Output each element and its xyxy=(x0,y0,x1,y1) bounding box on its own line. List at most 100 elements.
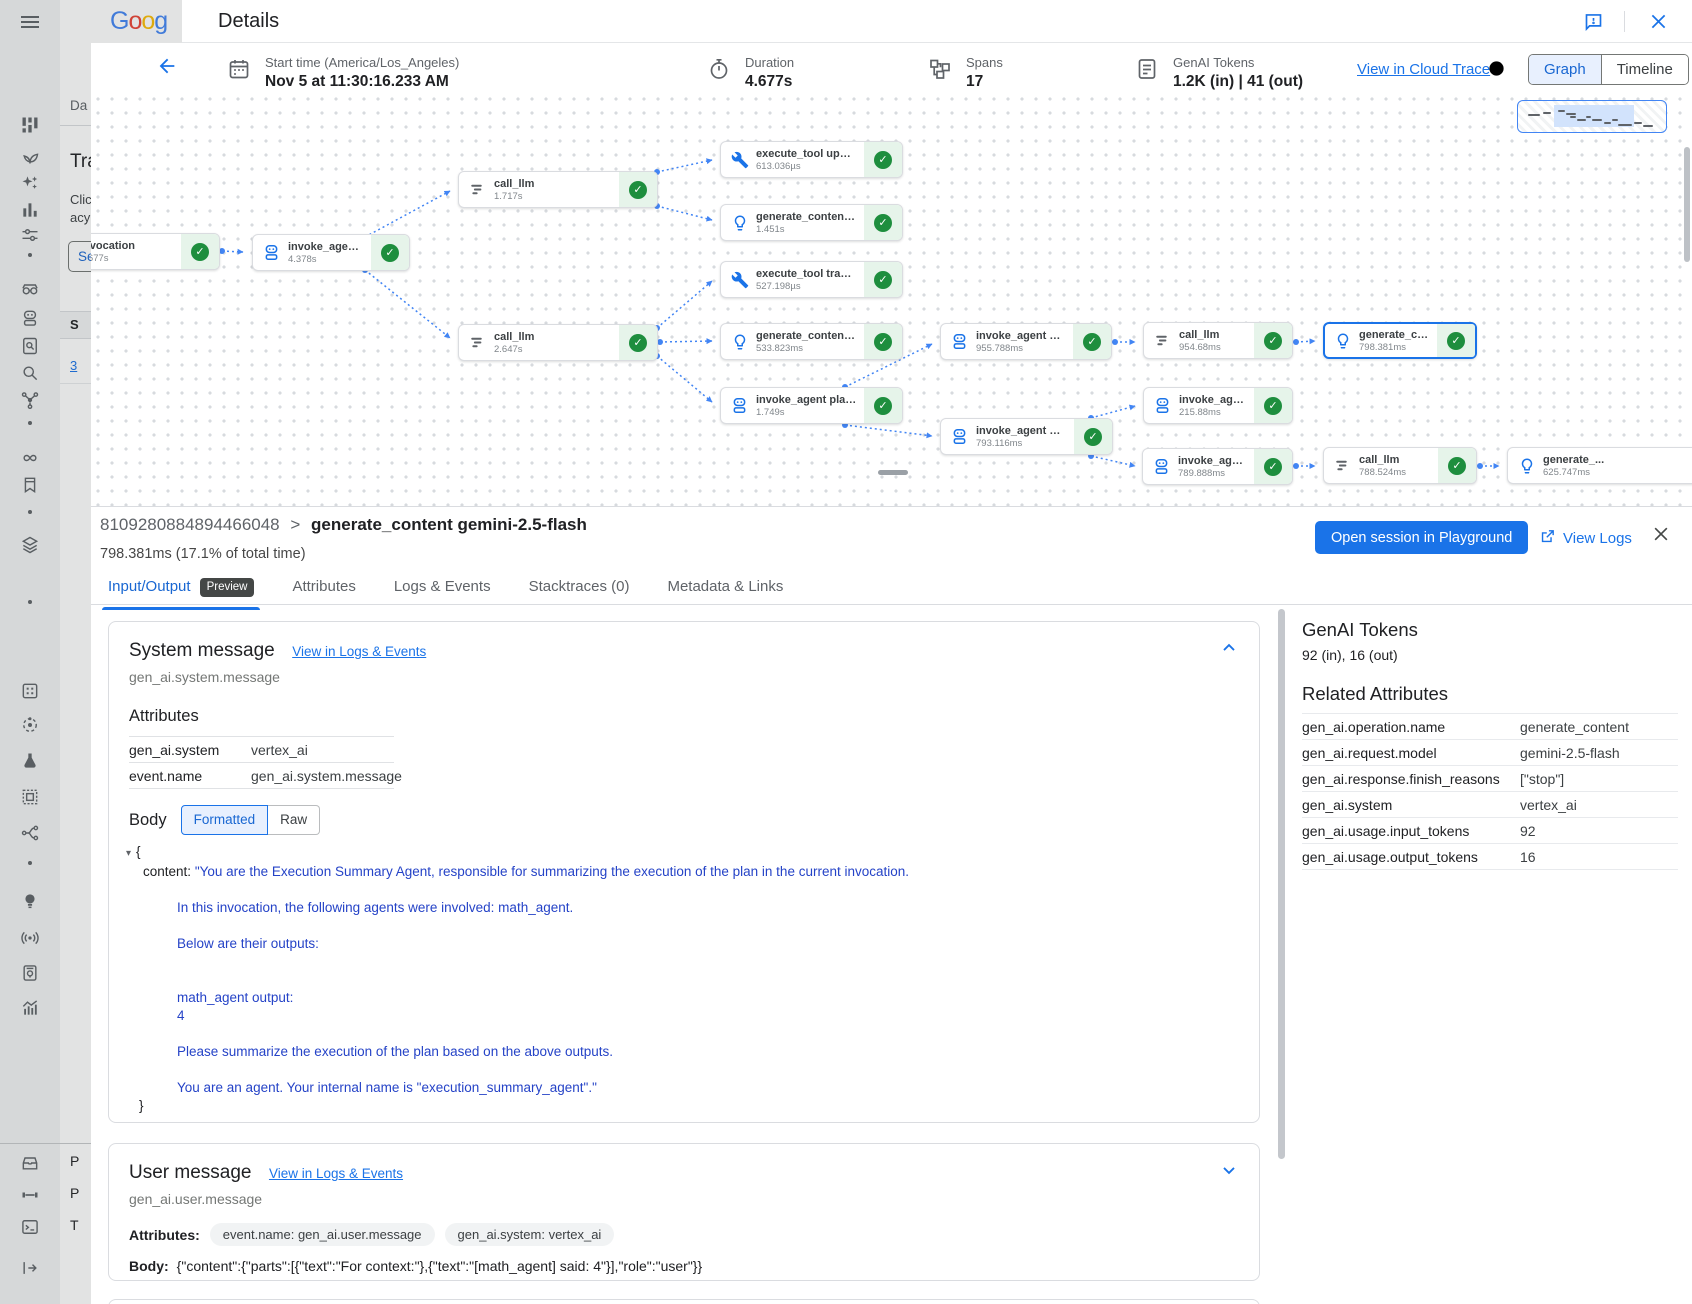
lightbulb-icon[interactable] xyxy=(17,888,43,914)
success-check-icon: ✓ xyxy=(1083,333,1101,351)
agent-icon[interactable] xyxy=(17,305,43,331)
device-bulb-icon[interactable] xyxy=(17,960,43,986)
node-invoke-agent-code[interactable]: invoke_agent code_agent215.88ms ✓ xyxy=(1143,387,1293,424)
tune-icon[interactable] xyxy=(17,222,43,248)
node-invoke-agent-worker[interactable]: invoke_agent worker_par...793.116ms ✓ xyxy=(940,418,1113,455)
back-arrow-icon[interactable] xyxy=(156,55,178,82)
resize-handle[interactable] xyxy=(878,470,908,475)
orbit-icon[interactable] xyxy=(17,712,43,738)
dumbbell-icon[interactable] xyxy=(17,1182,43,1208)
sparkle-icon[interactable] xyxy=(17,170,43,196)
trace-graph-canvas[interactable]: invocation4.677s ✓ invoke_agent executio… xyxy=(91,92,1692,506)
node-generate-content-2[interactable]: generate_content gemini...533.823ms ✓ xyxy=(720,323,903,360)
waterfall-icon xyxy=(1333,456,1352,475)
underlay-nav-label: P xyxy=(70,1153,79,1169)
graph-scrollbar[interactable] xyxy=(1684,147,1690,262)
search-icon[interactable] xyxy=(17,360,43,386)
bookmark-icon[interactable] xyxy=(17,472,43,498)
infinity-icon[interactable] xyxy=(17,445,43,471)
node-call-llm-3[interactable]: call_llm954.68ms ✓ xyxy=(1143,322,1293,359)
lightbulb-icon xyxy=(1517,456,1536,475)
node-call-llm-2[interactable]: call_llm2.647s ✓ xyxy=(458,324,658,361)
trace-id[interactable]: 8109280884894466048 xyxy=(100,515,280,534)
collapse-icon[interactable] xyxy=(1219,638,1239,663)
tab-attributes[interactable]: Attributes xyxy=(292,569,355,605)
json-root-line[interactable]: ▾{ xyxy=(126,843,1239,863)
node-generate-content-1[interactable]: generate_content gemini...1.451s ✓ xyxy=(720,204,903,241)
spans-icon xyxy=(928,55,952,86)
branch-icon[interactable] xyxy=(17,820,43,846)
tab-stacktraces[interactable]: Stacktraces (0) xyxy=(529,569,630,605)
node-invoke-agent-execution[interactable]: invoke_agent execution_...4.378s ✓ xyxy=(252,234,410,271)
formatted-button[interactable]: Formatted xyxy=(181,805,269,835)
raw-button[interactable]: Raw xyxy=(268,805,320,835)
span-timing: 798.381ms (17.1% of total time) xyxy=(100,546,306,562)
expand-icon[interactable] xyxy=(1219,1160,1239,1185)
view-logs-link[interactable]: View Logs xyxy=(1539,528,1632,549)
terminal-icon[interactable] xyxy=(17,1214,43,1240)
agent-icon xyxy=(950,427,969,446)
help-icon[interactable] xyxy=(1487,59,1506,83)
underlay-button[interactable]: Se xyxy=(68,241,91,272)
view-in-logs-link[interactable]: View in Logs & Events xyxy=(269,1166,403,1181)
bar-chart-icon[interactable] xyxy=(17,197,43,223)
broadcast-icon[interactable] xyxy=(17,925,43,951)
node-call-llm-1[interactable]: call_llm1.717s ✓ xyxy=(458,171,658,208)
open-playground-button[interactable]: Open session in Playground xyxy=(1315,521,1528,554)
agent-icon xyxy=(1153,396,1172,415)
preview-badge: Preview xyxy=(200,578,255,597)
details-titlebar: Details xyxy=(182,0,1692,43)
body-heading: Body xyxy=(129,811,167,830)
node-invocation[interactable]: invocation4.677s ✓ xyxy=(91,233,220,270)
tab-metadata-links[interactable]: Metadata & Links xyxy=(667,569,783,605)
hub-icon[interactable] xyxy=(17,387,43,413)
attributes-label: Attributes: xyxy=(129,1227,200,1243)
content-scrollbar[interactable] xyxy=(1278,609,1285,1159)
flask-icon[interactable] xyxy=(17,748,43,774)
frame-dots-icon[interactable] xyxy=(17,678,43,704)
toggle-graph[interactable]: Graph xyxy=(1529,55,1602,84)
seedling-icon[interactable] xyxy=(17,143,43,169)
stat-label: GenAI Tokens xyxy=(1173,55,1303,70)
status-zone: ✓ xyxy=(864,142,902,177)
dashboard-icon[interactable] xyxy=(17,112,43,138)
tab-logs-events[interactable]: Logs & Events xyxy=(394,569,491,605)
close-span-detail-icon[interactable] xyxy=(1651,524,1671,549)
node-invoke-agent-math[interactable]: invoke_agent math_agent789.888ms ✓ xyxy=(1142,448,1293,485)
doc-search-icon[interactable] xyxy=(17,333,43,359)
underlay-link[interactable]: 3 xyxy=(70,358,77,373)
status-zone: ✓ xyxy=(1073,324,1111,359)
close-icon[interactable] xyxy=(1648,11,1669,37)
node-invoke-agent-execution-2[interactable]: invoke_agent execution_...955.788ms ✓ xyxy=(940,323,1112,360)
tab-input-output[interactable]: Input/OutputPreview xyxy=(108,569,254,605)
area-chart-icon[interactable] xyxy=(17,995,43,1021)
success-check-icon: ✓ xyxy=(874,214,892,232)
underlying-page-strip: Da Tra Clic acy Se S 3 P P T xyxy=(60,43,91,1304)
status-zone: ✓ xyxy=(1254,449,1292,484)
view-in-cloud-trace-link[interactable]: View in Cloud Trace xyxy=(1357,61,1490,78)
user-message-card: User message View in Logs & Events gen_a… xyxy=(108,1143,1260,1281)
node-execute-tool-transfer[interactable]: execute_tool transfer_to_...527.198µs ✓ xyxy=(720,261,903,298)
node-invoke-agent-plan[interactable]: invoke_agent plan_execu...1.749s ✓ xyxy=(720,387,903,424)
next-card-edge xyxy=(108,1299,1260,1304)
chip-icon[interactable] xyxy=(17,784,43,810)
json-close-brace: } xyxy=(126,1097,1239,1115)
wrench-icon xyxy=(730,150,749,169)
collapse-panel-icon[interactable] xyxy=(17,1255,43,1281)
view-in-logs-link[interactable]: View in Logs & Events xyxy=(292,644,426,659)
toggle-timeline[interactable]: Timeline xyxy=(1602,55,1688,84)
goggles-icon[interactable] xyxy=(17,277,43,303)
layers-icon[interactable] xyxy=(17,532,43,558)
stat-label: Spans xyxy=(966,55,1003,70)
node-generate-content-selected[interactable]: generate_content gemini...798.381ms ✓ xyxy=(1323,322,1477,359)
node-execute-tool-update[interactable]: execute_tool update_exe...613.036µs ✓ xyxy=(720,141,903,178)
node-generate-content-3[interactable]: generate_...625.747ms xyxy=(1507,447,1692,484)
stat-value: 17 xyxy=(966,73,1003,91)
archive-box-icon[interactable] xyxy=(17,1150,43,1176)
menu-icon[interactable] xyxy=(18,10,42,39)
feedback-icon[interactable] xyxy=(1583,11,1604,37)
system-message-card: System message View in Logs & Events gen… xyxy=(108,621,1260,1123)
success-check-icon: ✓ xyxy=(191,243,209,261)
node-call-llm-4[interactable]: call_llm788.524ms ✓ xyxy=(1323,447,1477,484)
graph-minimap[interactable] xyxy=(1517,100,1667,133)
